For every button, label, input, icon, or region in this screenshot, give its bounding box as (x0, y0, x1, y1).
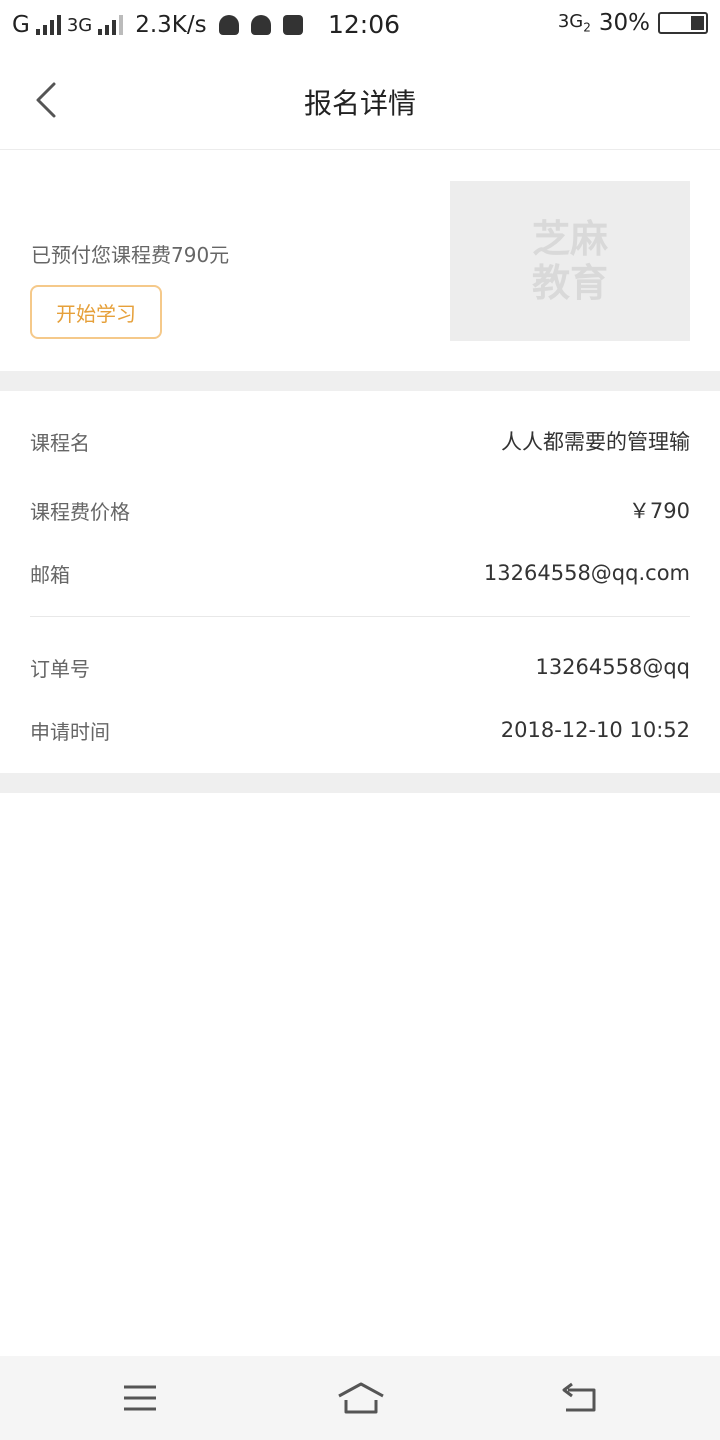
header: 报名详情 (0, 50, 720, 150)
status-bar: G 3G 2.3K/s 12:06 3G2 30% (0, 0, 720, 50)
network-speed: 2.3K/s (135, 12, 207, 38)
carrier-1-label: G (12, 12, 30, 38)
detail-label: 订单号 (30, 656, 90, 681)
page-title: 报名详情 (303, 87, 416, 120)
detail-value: 13264558@qq (535, 655, 690, 679)
detail-label: 申请时间 (30, 719, 110, 744)
network-type: 3G2 (557, 11, 591, 35)
menu-icon (124, 1385, 156, 1411)
detail-value: ￥790 (628, 499, 690, 523)
cover-logo-text: 芝麻教育 (531, 217, 608, 305)
status-right: 3G2 30% (558, 10, 708, 36)
android-icon (250, 15, 271, 35)
course-cover-image: 芝麻教育 (450, 181, 690, 341)
detail-row-order-number: 订单号 13264558@qq (30, 647, 690, 687)
signal-icon (35, 15, 61, 35)
enrollment-summary: 已预付您课程费790元 开始学习 芝麻教育 (0, 151, 720, 371)
section-separator (0, 371, 720, 391)
battery-icon (658, 12, 708, 34)
detail-row-price: 课程费价格 ￥790 (30, 490, 690, 530)
home-button[interactable] (336, 1378, 386, 1418)
start-learning-button[interactable]: 开始学习 (30, 285, 162, 339)
detail-value: 人人都需要的管理输 (501, 430, 690, 454)
battery-percent: 30% (598, 10, 650, 36)
clock: 12:06 (328, 10, 401, 39)
mail-icon (282, 15, 303, 35)
divider (30, 616, 690, 617)
detail-row-apply-time: 申请时间 2018-12-10 10:52 (30, 710, 690, 750)
back-icon (562, 1382, 596, 1412)
qq-icon (218, 15, 239, 35)
detail-value: 2018-12-10 10:52 (500, 718, 690, 742)
menu-button[interactable] (118, 1378, 162, 1418)
home-icon (338, 1382, 384, 1414)
signal-icon-2 (98, 15, 124, 35)
enrollment-details: 课程名 人人都需要的管理输 课程费价格 ￥790 邮箱 13264558@qq.… (0, 391, 720, 773)
detail-label: 课程名 (30, 430, 90, 455)
carrier-2-label: 3G (66, 14, 93, 36)
system-nav-bar (0, 1356, 720, 1440)
detail-row-email: 邮箱 13264558@qq.com (30, 553, 690, 593)
back-nav-button[interactable] (558, 1378, 602, 1418)
detail-label: 邮箱 (30, 562, 70, 587)
detail-value: 13264558@qq.com (483, 561, 690, 585)
prepaid-text: 已预付您课程费790元 (31, 243, 230, 267)
detail-label: 课程费价格 (30, 499, 130, 524)
detail-row-course-name: 课程名 人人都需要的管理输 (30, 421, 690, 461)
status-left: G 3G 2.3K/s (12, 12, 303, 38)
section-separator (0, 773, 720, 793)
